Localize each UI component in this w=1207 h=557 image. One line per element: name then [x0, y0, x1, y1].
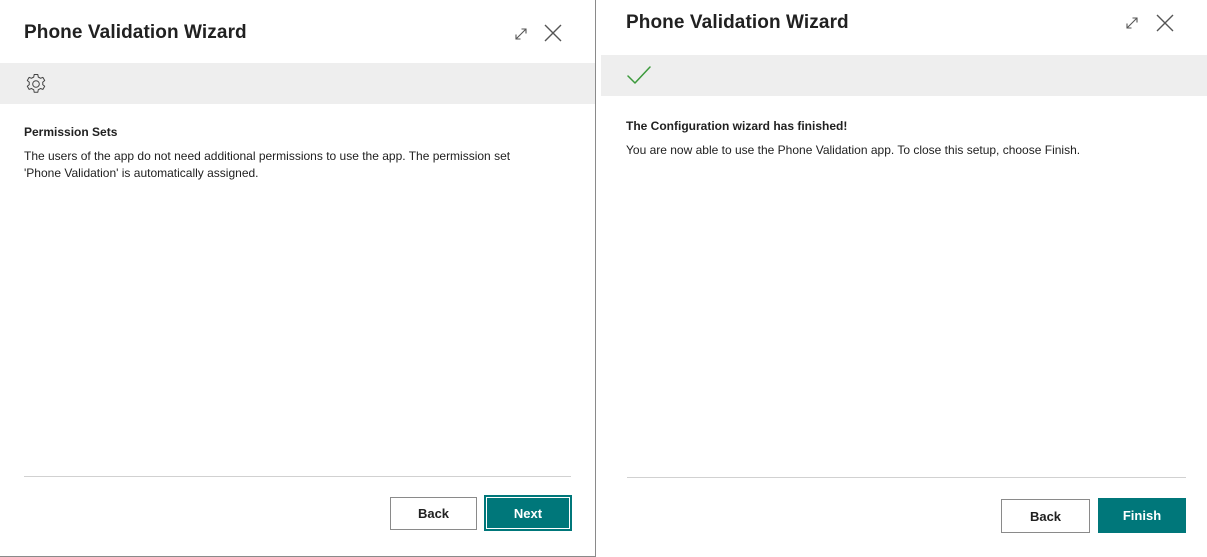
expand-icon[interactable] — [1121, 12, 1143, 34]
section-title: Permission Sets — [24, 125, 118, 139]
section-description: The users of the app do not need additio… — [24, 149, 511, 180]
section-title: The Configuration wizard has finished! — [626, 119, 848, 133]
close-icon[interactable] — [542, 22, 564, 44]
permission-sets-dialog: Phone Validation Wizard Permission Sets … — [0, 0, 596, 557]
gear-icon — [24, 72, 48, 96]
next-button[interactable]: Next — [484, 495, 572, 531]
expand-icon[interactable] — [510, 23, 532, 45]
dialog-title: Phone Validation Wizard — [24, 22, 247, 43]
dialog-header: Phone Validation Wizard — [0, 0, 595, 62]
step-content: The Configuration wizard has finished! Y… — [626, 119, 1187, 159]
wizard-finished-dialog: Phone Validation Wizard The Configuratio… — [601, 0, 1207, 557]
step-content: Permission Sets The users of the app do … — [24, 125, 545, 182]
footer-divider — [24, 476, 571, 477]
back-button[interactable]: Back — [390, 497, 477, 530]
step-banner — [0, 63, 595, 104]
close-icon[interactable] — [1154, 12, 1176, 34]
finish-button[interactable]: Finish — [1098, 498, 1186, 533]
step-banner — [601, 55, 1207, 96]
footer-divider — [627, 477, 1186, 478]
dialog-header: Phone Validation Wizard — [601, 0, 1207, 62]
back-button[interactable]: Back — [1001, 499, 1090, 533]
checkmark-icon — [626, 63, 651, 87]
section-description: You are now able to use the Phone Valida… — [626, 143, 1081, 157]
dialog-title: Phone Validation Wizard — [626, 12, 849, 33]
